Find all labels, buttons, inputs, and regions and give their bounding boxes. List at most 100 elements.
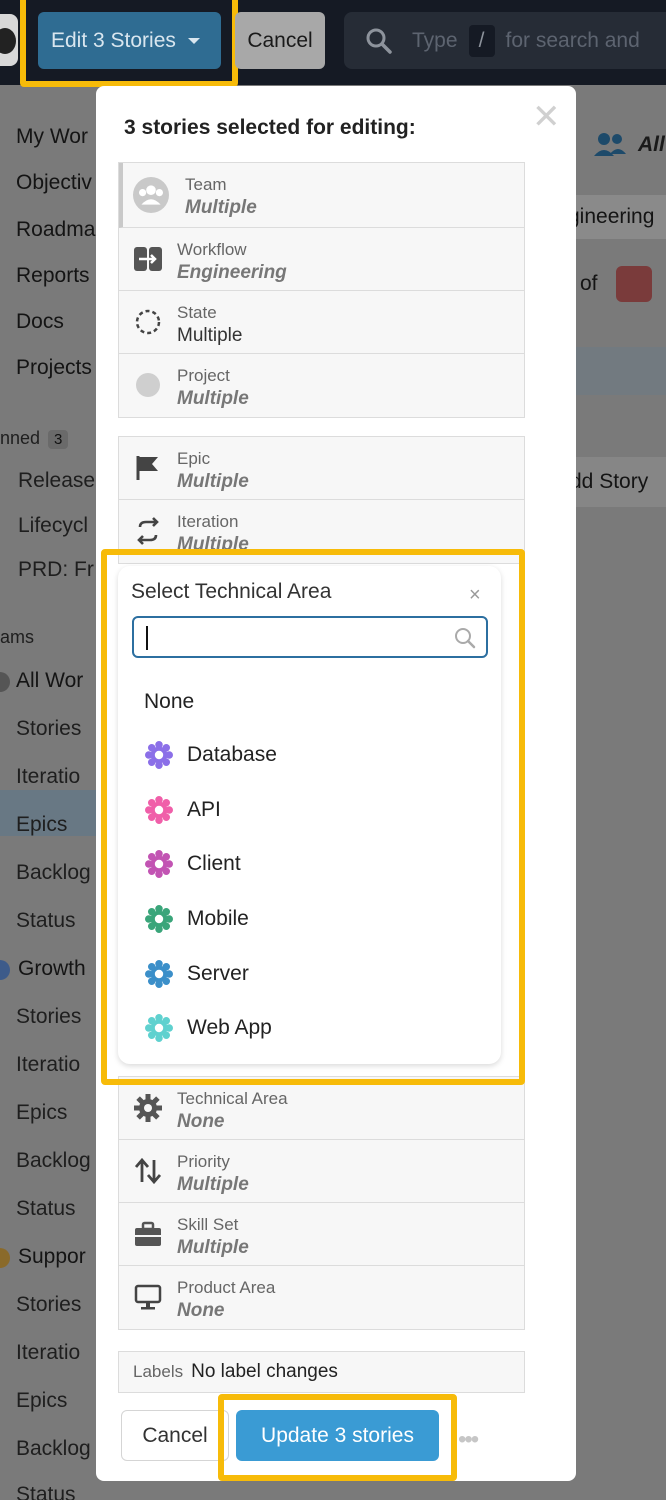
sidebar-team-all-work[interactable]: All Wor (16, 669, 83, 693)
field-value: Multiple (177, 388, 249, 409)
field-label: Workflow (177, 240, 247, 259)
field-label: Epic (177, 449, 211, 468)
cancel-button[interactable]: Cancel (235, 12, 325, 69)
sidebar-item-backlog[interactable]: Backlog (16, 1437, 91, 1461)
team-all-icon (0, 672, 10, 692)
option-mobile[interactable]: Mobile (118, 892, 501, 947)
top-bar: Edit 3 Stories Cancel Type / for search … (0, 0, 666, 87)
gear-icon (145, 850, 173, 879)
sidebar-item-stories[interactable]: Stories (16, 1005, 81, 1029)
sidebar-item-projects[interactable]: Projects (16, 356, 92, 380)
sidebar-item-status[interactable]: Status (16, 1483, 76, 1500)
text-cursor (146, 626, 148, 650)
pinned-heading: nned 3 (0, 428, 69, 449)
option-client[interactable]: Client (118, 837, 501, 892)
close-icon[interactable]: ✕ (532, 100, 561, 134)
field-value: Multiple (177, 1174, 249, 1195)
sidebar-item-objectives[interactable]: Objectiv (16, 171, 92, 195)
search-placeholder-start: Type (412, 28, 458, 52)
epic-flag-icon (136, 456, 158, 480)
option-label: API (187, 797, 221, 821)
team-icon (133, 177, 169, 213)
iteration-icon (137, 517, 159, 545)
sidebar-item-my-work[interactable]: My Wor (16, 125, 88, 149)
sidebar-item-roadmap[interactable]: Roadma (16, 218, 95, 242)
gear-icon (145, 741, 173, 770)
filter-all-label[interactable]: All (638, 133, 665, 157)
avatar[interactable] (0, 14, 18, 66)
field-priority[interactable]: Priority Multiple (119, 1140, 524, 1203)
option-server[interactable]: Server (118, 946, 501, 1001)
state-icon (135, 309, 161, 335)
sidebar-item-backlog[interactable]: Backlog (16, 1149, 91, 1173)
workflow-icon (134, 247, 162, 271)
more-icon[interactable]: ••• (458, 1426, 479, 1454)
gear-icon (134, 1094, 162, 1122)
option-web-app[interactable]: Web App (118, 1001, 501, 1056)
option-list: None Database API Client Mobile Server W… (118, 676, 501, 1056)
field-product-area[interactable]: Product Area None (119, 1266, 524, 1329)
sidebar-item-docs[interactable]: Docs (16, 310, 64, 334)
option-none[interactable]: None (118, 676, 501, 728)
sidebar-item-reports[interactable]: Reports (16, 264, 90, 288)
field-label: Iteration (177, 512, 239, 531)
update-stories-button[interactable]: Update 3 stories (236, 1410, 439, 1461)
sidebar-item-backlog[interactable]: Backlog (16, 861, 91, 885)
field-state[interactable]: State Multiple (119, 291, 524, 354)
sidebar-item-epics[interactable]: Epics (16, 813, 67, 837)
field-workflow[interactable]: Workflow Engineering (119, 228, 524, 291)
field-label: Priority (177, 1152, 230, 1171)
chevron-down-icon (187, 37, 200, 44)
sidebar-item-lifecycle[interactable]: Lifecycl (18, 514, 88, 538)
field-project[interactable]: Project Multiple (119, 354, 524, 417)
sidebar-item-epics[interactable]: Epics (16, 1389, 67, 1413)
sidebar-item-stories[interactable]: Stories (16, 717, 81, 741)
sidebar-item-iterations[interactable]: Iteratio (16, 1053, 80, 1077)
gear-icon (145, 959, 173, 988)
pinned-count-badge: 3 (48, 430, 69, 449)
field-skill-set[interactable]: Skill Set Multiple (119, 1203, 524, 1266)
sidebar-team-support[interactable]: Suppor (18, 1245, 86, 1269)
dropdown-title: Select Technical Area (131, 580, 332, 603)
sidebar-item-epics[interactable]: Epics (16, 1101, 67, 1125)
of-text: of (580, 272, 598, 295)
field-value: Multiple (185, 197, 257, 218)
dropdown-search-input[interactable] (132, 616, 488, 658)
field-value: Engineering (177, 262, 287, 283)
sidebar-item-iterations[interactable]: Iteratio (16, 1341, 80, 1365)
sidebar-item-status[interactable]: Status (16, 1197, 76, 1221)
add-story-label: dd Story (570, 470, 649, 493)
option-api[interactable]: API (118, 783, 501, 838)
option-database[interactable]: Database (118, 728, 501, 783)
modal-cancel-button[interactable]: Cancel (121, 1410, 229, 1461)
sidebar-item-prd[interactable]: PRD: Fr (18, 558, 94, 582)
field-value: Multiple (177, 471, 249, 492)
search-placeholder-end: for search and (505, 28, 640, 52)
field-group-primary: Team Multiple Workflow Engineering State… (118, 162, 525, 418)
sidebar-team-growth[interactable]: Growth (18, 957, 86, 981)
field-epic[interactable]: Epic Multiple (119, 437, 524, 500)
sidebar-item-stories[interactable]: Stories (16, 1293, 81, 1317)
shortcut-key: / (468, 24, 495, 57)
teams-heading: ams (0, 627, 35, 647)
field-team[interactable]: Team Multiple (119, 163, 524, 228)
sidebar-item-release[interactable]: Release (18, 469, 95, 493)
edit-stories-label: Edit 3 Stories (51, 28, 176, 52)
field-value: Multiple (177, 1237, 249, 1258)
sidebar-item-status[interactable]: Status (16, 909, 76, 933)
field-label: Product Area (177, 1278, 276, 1297)
field-label: Team (185, 175, 227, 194)
monitor-icon (134, 1284, 162, 1310)
edit-stories-button[interactable]: Edit 3 Stories (38, 12, 221, 69)
workflow-chip-label: gineering (568, 205, 655, 228)
gear-icon (145, 795, 173, 824)
field-labels[interactable]: Labels No label changes (118, 1351, 525, 1393)
option-label: Server (187, 961, 249, 985)
dropdown-close-icon[interactable]: × (469, 584, 481, 607)
field-technical-area[interactable]: Technical Area None (119, 1077, 524, 1140)
field-label: State (177, 303, 217, 322)
search-input[interactable]: Type / for search and (344, 12, 666, 69)
modal-title: 3 stories selected for editing: (124, 116, 416, 139)
field-group-planning: Epic Multiple Iteration Multiple (118, 436, 525, 564)
sidebar-item-iterations[interactable]: Iteratio (16, 765, 80, 789)
